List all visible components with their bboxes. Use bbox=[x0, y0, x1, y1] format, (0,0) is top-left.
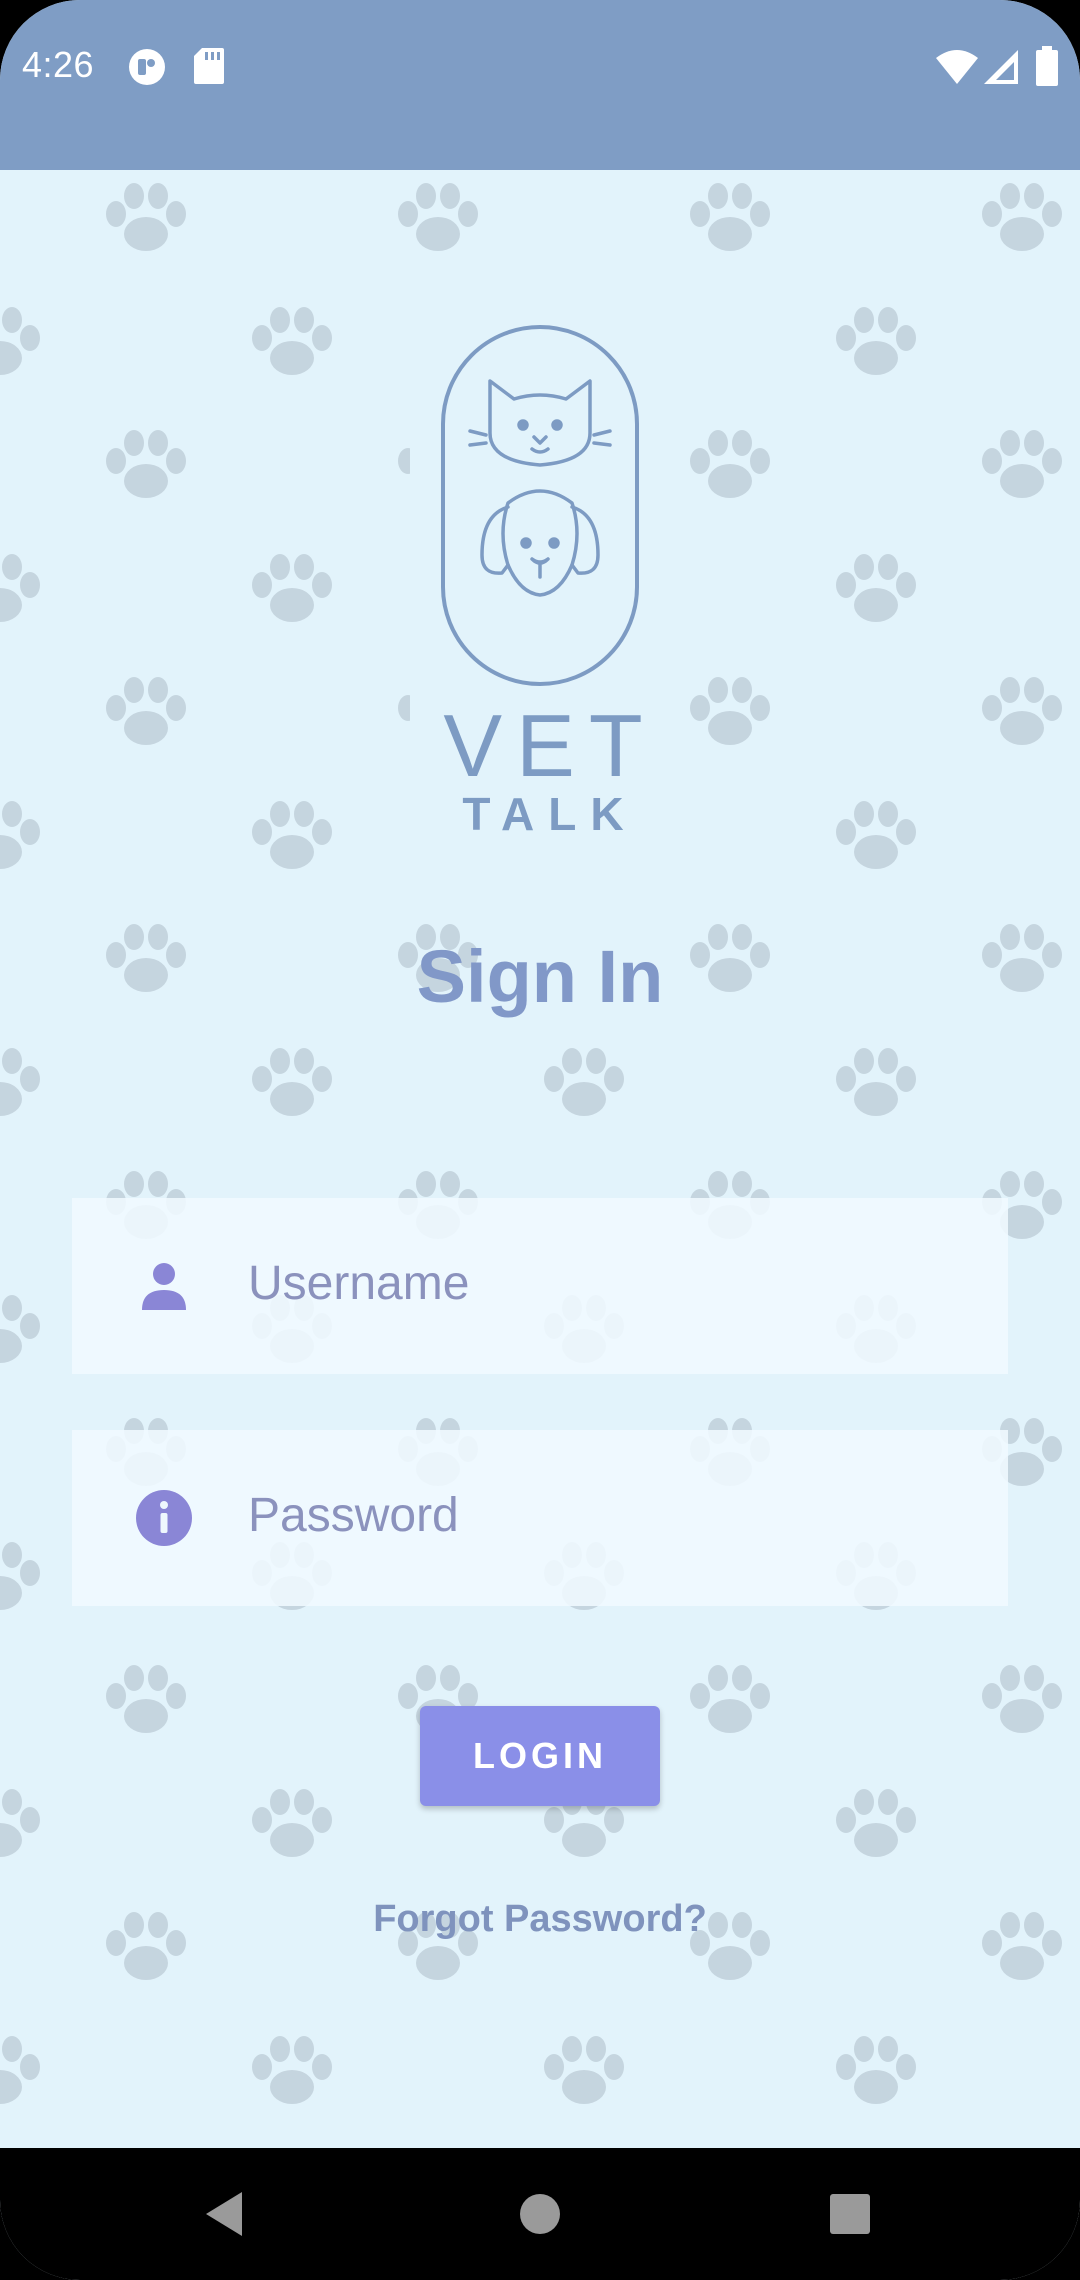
logo-word-talk: TALK bbox=[462, 788, 638, 840]
cat-icon bbox=[468, 379, 612, 467]
do-not-disturb-icon bbox=[128, 48, 166, 91]
dog-icon bbox=[480, 489, 600, 597]
wifi-icon bbox=[936, 50, 978, 89]
home-icon[interactable] bbox=[504, 2178, 576, 2250]
battery-icon bbox=[1036, 46, 1058, 91]
signal-icon bbox=[984, 50, 1018, 89]
navigation-bar bbox=[0, 2148, 1080, 2280]
screen: 4:26 VET TALK Sign In Username Password … bbox=[0, 0, 1080, 2280]
logo-word-vet: VET bbox=[443, 696, 657, 795]
person-icon bbox=[132, 1254, 196, 1318]
status-bar: 4:26 bbox=[0, 0, 1080, 170]
forgot-password-link[interactable]: Forgot Password? bbox=[0, 1898, 1080, 1941]
username-field[interactable]: Username bbox=[72, 1198, 1008, 1374]
login-button[interactable]: LOGIN bbox=[420, 1706, 660, 1806]
password-field[interactable]: Password bbox=[72, 1430, 1008, 1606]
username-placeholder: Username bbox=[248, 1257, 470, 1310]
recents-icon[interactable] bbox=[814, 2178, 886, 2250]
info-icon bbox=[132, 1486, 196, 1550]
vet-talk-logo: VET TALK bbox=[410, 265, 670, 905]
password-placeholder: Password bbox=[248, 1489, 459, 1542]
status-time: 4:26 bbox=[22, 44, 95, 85]
sd-card-icon bbox=[194, 48, 224, 89]
page-title: Sign In bbox=[416, 935, 664, 1018]
logo-emblem bbox=[441, 325, 639, 686]
back-icon[interactable] bbox=[190, 2178, 262, 2250]
